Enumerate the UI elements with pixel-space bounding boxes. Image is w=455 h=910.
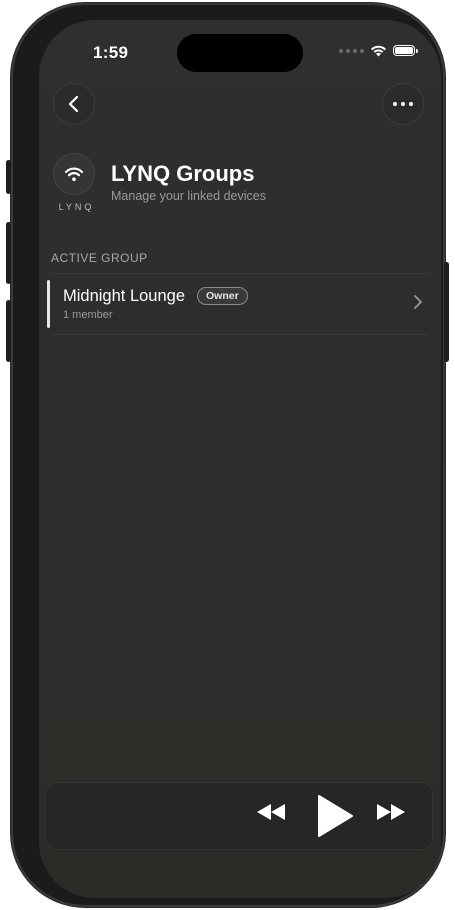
mini-player (45, 782, 433, 850)
fast-forward-button[interactable] (376, 803, 406, 821)
play-button[interactable] (316, 794, 354, 838)
more-options-button[interactable] (382, 83, 424, 125)
play-icon (318, 795, 353, 837)
logo-badge (53, 153, 95, 195)
cellular-signal-icon (339, 48, 364, 53)
group-name: Midnight Lounge (63, 287, 186, 305)
page-title: LYNQ Groups (111, 161, 255, 186)
page-subtitle: Manage your linked devices (111, 189, 266, 203)
rewind-icon (257, 804, 285, 820)
battery-fill (395, 47, 413, 54)
action-button (6, 160, 11, 194)
phone-frame: 1:59 LYNQ LYNQ Groups Manage your linked… (11, 3, 445, 907)
ellipsis-icon (393, 102, 413, 106)
active-group-row[interactable]: Midnight Lounge Owner 1 member (47, 278, 423, 330)
status-icons (339, 44, 418, 57)
volume-up-button (6, 222, 11, 284)
rewind-button[interactable] (256, 803, 286, 821)
dynamic-island (177, 34, 303, 72)
active-indicator (47, 280, 50, 328)
logo-text: LYNQ (58, 202, 95, 212)
volume-down-button (6, 300, 11, 362)
divider (51, 273, 429, 274)
divider (51, 334, 429, 335)
fast-forward-icon (377, 804, 405, 820)
section-label-active-group: ACTIVE GROUP (51, 251, 148, 265)
group-member-count: 1 member (63, 309, 113, 321)
wifi-status-icon (371, 45, 386, 57)
battery-icon (393, 45, 418, 56)
brand-logo: LYNQ (53, 153, 97, 212)
power-button (444, 262, 449, 362)
wifi-icon (64, 167, 84, 181)
chevron-right-icon (414, 295, 422, 309)
app-screen: 1:59 LYNQ LYNQ Groups Manage your linked… (39, 20, 441, 898)
back-button[interactable] (53, 83, 95, 125)
status-time: 1:59 (93, 43, 129, 62)
owner-badge: Owner (197, 287, 248, 305)
chevron-left-icon (68, 95, 79, 113)
